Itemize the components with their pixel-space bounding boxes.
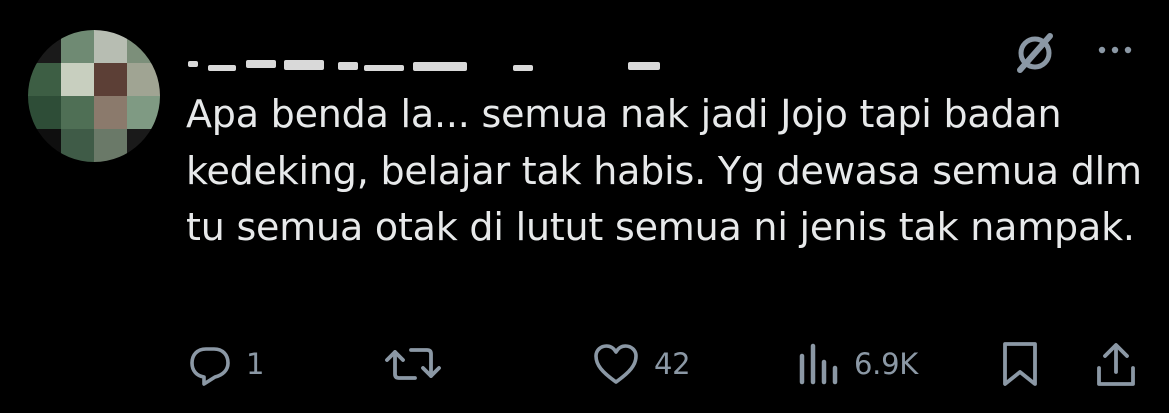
avatar[interactable] (28, 30, 160, 162)
share-button[interactable] (1094, 336, 1138, 392)
author-name-redacted[interactable] (188, 48, 688, 76)
redaction-bar (338, 62, 358, 70)
like-count: 42 (654, 347, 691, 381)
views-count: 6.9K (854, 347, 918, 381)
redaction-bar (513, 65, 533, 71)
reply-icon (188, 342, 232, 386)
redaction-bar (246, 60, 276, 68)
redaction-bar (413, 62, 467, 71)
share-icon (1094, 340, 1138, 388)
redaction-bar (188, 61, 198, 67)
repost-button[interactable] (385, 336, 455, 392)
reply-count: 1 (246, 347, 265, 381)
redaction-bar (208, 65, 236, 71)
reply-button[interactable]: 1 (188, 336, 264, 392)
views-button[interactable]: 6.9K (796, 336, 918, 392)
like-icon (592, 342, 640, 386)
views-icon (796, 342, 840, 386)
more-icon[interactable] (1090, 38, 1140, 62)
bookmark-button[interactable] (1000, 336, 1040, 392)
bookmark-icon (1000, 340, 1040, 388)
post-text: Apa benda la... semua nak jadi Jojo tapi… (186, 92, 1154, 249)
redaction-bar (628, 62, 660, 70)
redaction-bar (364, 65, 404, 71)
action-bar: 1 42 6.9K (0, 336, 1169, 392)
redaction-bar (284, 60, 324, 70)
like-button[interactable]: 42 (592, 336, 691, 392)
repost-icon (385, 342, 441, 386)
grok-icon[interactable] (1010, 30, 1060, 76)
